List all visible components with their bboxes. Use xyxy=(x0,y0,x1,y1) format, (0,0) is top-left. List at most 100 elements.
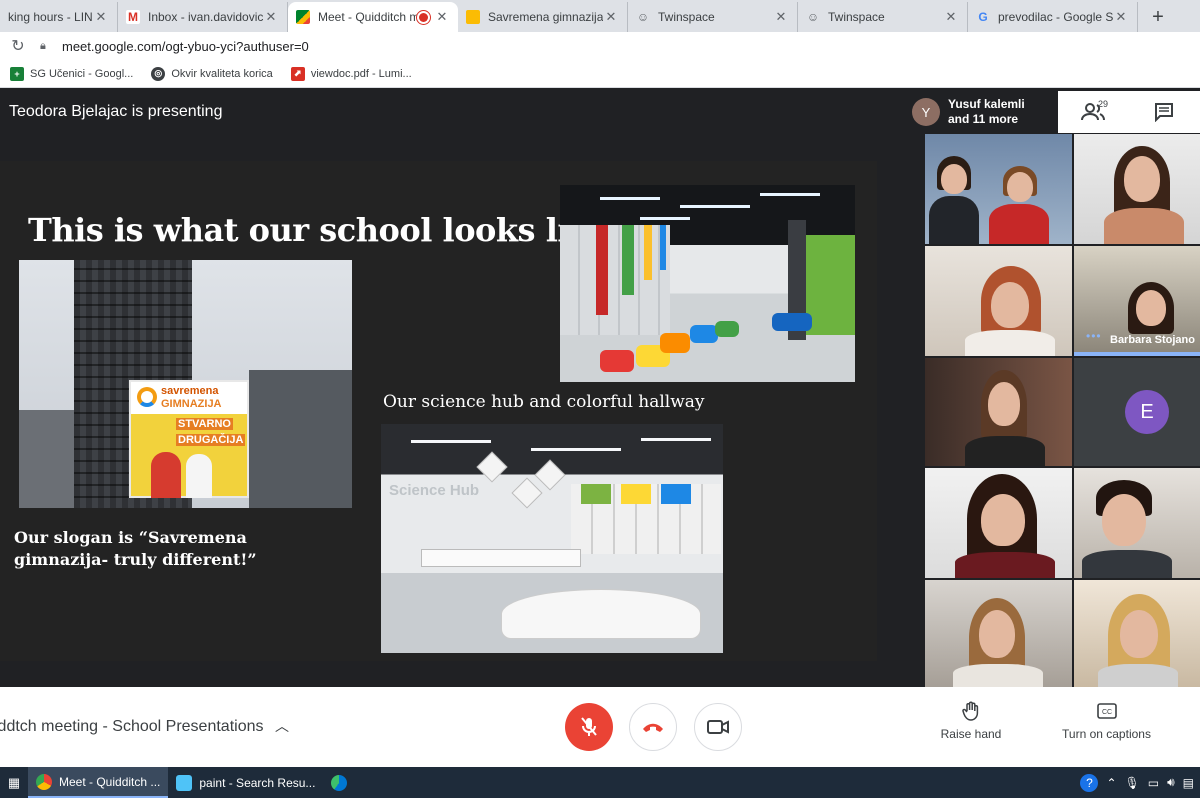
green-wall xyxy=(806,235,855,335)
tab-twinspace-1[interactable]: ☺ Twinspace ✕ xyxy=(628,2,798,32)
close-icon[interactable]: ✕ xyxy=(603,9,619,25)
close-icon[interactable]: ✕ xyxy=(1113,9,1129,25)
participant-tile[interactable] xyxy=(1074,134,1200,244)
speaking-bar xyxy=(1074,352,1200,356)
raise-hand-button[interactable]: Raise hand xyxy=(930,701,1012,741)
tab-title: Twinspace xyxy=(658,10,715,24)
lab-bench xyxy=(421,549,581,567)
tab-google[interactable]: G prevodilac - Google Sea ✕ xyxy=(968,2,1138,32)
participant-body xyxy=(1098,664,1178,687)
help-icon[interactable]: ? xyxy=(1080,773,1099,792)
taskbar-item-paint[interactable]: paint - Search Resu... xyxy=(168,767,323,798)
chat-icon xyxy=(1155,103,1173,122)
tab-gmail[interactable]: M Inbox - ivan.davidovic@ ✕ xyxy=(118,2,288,32)
participant-tile[interactable]: E xyxy=(1074,358,1200,466)
participant-tile[interactable] xyxy=(925,580,1072,687)
tab-twinspace-2[interactable]: ☺ Twinspace ✕ xyxy=(798,2,968,32)
windows-start-icon[interactable]: ▦ xyxy=(0,767,28,798)
participant-body xyxy=(929,196,979,244)
tab-link[interactable]: king hours - LINK g ✕ xyxy=(0,2,118,32)
tab-slides[interactable]: Savremena gimnazija- H ✕ xyxy=(458,2,628,32)
wall-yellow-panel xyxy=(644,225,652,280)
microphone-tray-icon[interactable]: 🎙︎ xyxy=(1125,776,1140,790)
taskbar-item-chrome[interactable]: Meet - Quidditch ... xyxy=(28,767,169,798)
captions-button[interactable]: CC Turn on captions xyxy=(1055,701,1158,741)
presentation-slide: This is what our school looks like: savr… xyxy=(0,161,877,661)
participant-tile[interactable] xyxy=(925,358,1072,466)
wall-green-panel xyxy=(622,225,634,295)
pinned-participant[interactable]: Y Yusuf kalemli and 11 more xyxy=(905,91,1058,133)
volume-icon[interactable]: 🔊︎ xyxy=(1167,775,1175,790)
participant-tile[interactable] xyxy=(1074,468,1200,578)
network-icon[interactable]: ▭ xyxy=(1148,776,1159,790)
leave-call-button[interactable] xyxy=(629,703,677,751)
participant-face xyxy=(1120,610,1158,658)
meet-icon xyxy=(296,10,310,24)
close-icon[interactable]: ✕ xyxy=(943,9,959,25)
url-field[interactable]: meet.google.com/ogt-ybuo-yci?authuser=0 xyxy=(62,39,309,54)
participant-tile-speaking[interactable]: ••• Barbara Stojano xyxy=(1074,246,1200,356)
participant-tile[interactable] xyxy=(925,246,1072,356)
participant-body xyxy=(1104,208,1184,244)
participant-tile[interactable] xyxy=(925,468,1072,578)
seat-blob xyxy=(660,333,690,353)
close-icon[interactable]: ✕ xyxy=(434,9,450,25)
bookmark-label: SG Učenici - Googl... xyxy=(30,67,134,80)
participant-tile[interactable] xyxy=(925,134,1072,244)
close-icon[interactable]: ✕ xyxy=(93,9,109,25)
chevron-up-icon[interactable]: ⌃ xyxy=(1106,776,1116,790)
participant-body xyxy=(989,204,1049,244)
keyboard-icon[interactable]: ▤ xyxy=(1183,776,1194,790)
close-icon[interactable]: ✕ xyxy=(773,9,789,25)
hanging-cube xyxy=(534,459,566,491)
participant-body xyxy=(953,664,1043,687)
billboard-person xyxy=(186,454,212,498)
meeting-title[interactable]: iddtch meeting - School Presentations xyxy=(0,718,263,736)
participant-body xyxy=(965,330,1055,356)
bookmarks-bar: + SG Učenici - Googl... ◎ Okvir kvalitet… xyxy=(0,60,1200,88)
taskbar-item-label: paint - Search Resu... xyxy=(199,775,316,790)
tab-meet[interactable]: Meet - Quidditch m ✕ xyxy=(288,2,458,32)
meeting-controls: iddtch meeting - School Presentations ︿ … xyxy=(0,687,1200,767)
svg-text:CC: CC xyxy=(1101,709,1111,716)
os-taskbar: ▦ Meet - Quidditch ... paint - Search Re… xyxy=(0,767,1200,798)
lab-table xyxy=(501,589,701,639)
building-left xyxy=(19,410,74,508)
seat-blob xyxy=(715,321,739,337)
chat-button[interactable] xyxy=(1128,91,1200,133)
participant-tile[interactable] xyxy=(1074,580,1200,687)
ceiling-light xyxy=(531,448,621,451)
tab-title: Meet - Quidditch m xyxy=(318,10,419,24)
participant-face xyxy=(981,494,1025,546)
chrome-icon xyxy=(36,773,52,790)
microphone-button[interactable] xyxy=(565,703,613,751)
reload-icon[interactable]: ↻ xyxy=(0,36,36,56)
twinspace-icon: ☺ xyxy=(636,10,650,24)
google-icon: G xyxy=(978,10,988,24)
tab-title: Twinspace xyxy=(828,10,885,24)
billboard-line2: GIMNAZIJA xyxy=(161,398,222,410)
participant-body xyxy=(955,552,1055,578)
billboard-logo-strip: savremena GIMNAZIJA xyxy=(131,382,247,414)
ceiling-light xyxy=(411,440,491,443)
bookmark-okvir[interactable]: ◎ Okvir kvaliteta korica xyxy=(151,66,273,81)
school-building-photo: savremena GIMNAZIJA STVARNO DRUGAČIJA xyxy=(19,260,352,508)
bookmark-sg-ucenici[interactable]: + SG Učenici - Googl... xyxy=(10,66,134,81)
edge-icon xyxy=(331,774,348,791)
pinned-line1: Yusuf kalemli xyxy=(948,97,1025,111)
camera-button[interactable] xyxy=(694,703,742,751)
close-icon[interactable]: ✕ xyxy=(263,9,279,25)
new-tab-button[interactable]: + xyxy=(1138,2,1178,32)
raise-hand-label: Raise hand xyxy=(940,727,1002,741)
bookmark-viewdoc[interactable]: ⬈ viewdoc.pdf - Lumi... xyxy=(290,66,412,81)
tab-title: prevodilac - Google Sea xyxy=(998,10,1113,24)
taskbar-item-edge[interactable] xyxy=(323,767,362,798)
lock-icon[interactable]: 🔒︎ xyxy=(40,40,54,53)
presenting-label: Teodora Bjelajac is presenting xyxy=(9,103,223,120)
people-button[interactable]: 29 xyxy=(1058,91,1128,133)
chevron-up-icon[interactable]: ︿ xyxy=(275,716,289,736)
science-hub-photo: Science Hub xyxy=(381,424,723,653)
participant-face xyxy=(1007,172,1033,202)
pinned-participant-name: Yusuf kalemli and 11 more xyxy=(948,97,1025,127)
ceiling-light xyxy=(680,205,750,208)
